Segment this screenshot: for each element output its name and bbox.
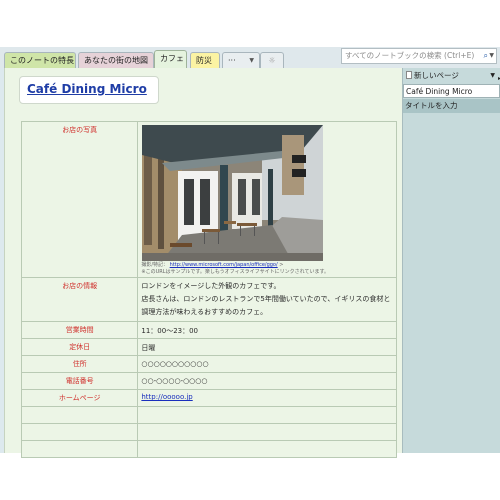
- info-line: ロンドンをイメージした外観のカフェです。: [141, 282, 281, 290]
- table-row: お店の写真 撮影/特記： http://www.microsoft.com/ja…: [20, 121, 397, 278]
- caption-note: ※このURLはサンプルです。楽しもうオフィスライフサイトにリンクされています。: [141, 269, 329, 275]
- row-label: お店の情報: [20, 277, 139, 322]
- section-tab-features[interactable]: このノートの特長: [4, 52, 76, 68]
- section-tab-more[interactable]: ··· ▼: [222, 52, 260, 68]
- new-section-tab[interactable]: ☼: [260, 52, 284, 68]
- page-list-item[interactable]: Café Dining Micro: [403, 84, 500, 98]
- caption-link[interactable]: http://www.microsoft.com/japan/office/gg…: [170, 262, 278, 268]
- empty-cell[interactable]: [20, 440, 139, 458]
- row-label: 住所: [20, 355, 139, 373]
- page-title[interactable]: Café Dining Micro: [27, 82, 147, 96]
- photo-caption: 撮影/特記： http://www.microsoft.com/japan/of…: [141, 262, 393, 268]
- info-line: 店長さんは、ロンドンのレストランで5年間働いていたので、イギリスの食材と調理方法…: [141, 295, 391, 316]
- empty-cell[interactable]: [137, 423, 397, 441]
- page-list-item[interactable]: タイトルを入力: [403, 99, 500, 113]
- caption-prefix: 撮影/特記：: [141, 262, 169, 268]
- search-icon[interactable]: ⌕: [484, 49, 488, 63]
- chevron-down-icon: ▼: [249, 57, 254, 64]
- homepage-link[interactable]: http://ooooo.jp: [141, 393, 192, 401]
- search-placeholder: すべてのノートブックの検索 (Ctrl+E): [345, 51, 475, 60]
- table-row: 定休日 日曜: [20, 338, 397, 356]
- more-tabs-label: ···: [228, 56, 236, 65]
- page-title-box[interactable]: Café Dining Micro: [19, 76, 159, 104]
- section-tab-bar: このノートの特長 あなたの街の地図 カフェ 防災 ··· ▼ ☼ すべてのノートブ…: [0, 47, 500, 68]
- page-list-pane: 新しいページ ▼ ▸ Café Dining Micro タイトルを入力: [402, 68, 500, 453]
- row-value[interactable]: ○○-○○○○-○○○○: [137, 372, 397, 390]
- row-value[interactable]: 撮影/特記： http://www.microsoft.com/japan/of…: [137, 121, 397, 278]
- chevron-down-icon[interactable]: ▼: [489, 49, 494, 63]
- section-tab-cafe[interactable]: カフェ: [154, 50, 187, 68]
- section-tab-town-map[interactable]: あなたの街の地図: [78, 52, 154, 68]
- row-label: お店の写真: [20, 121, 139, 278]
- new-page-label: 新しいページ: [414, 71, 459, 80]
- onenote-window: このノートの特長 あなたの街の地図 カフェ 防災 ··· ▼ ☼ すべてのノートブ…: [0, 47, 500, 458]
- row-value[interactable]: http://ooooo.jp: [137, 389, 397, 407]
- table-row: 電話番号 ○○-○○○○-○○○○: [20, 372, 397, 390]
- table-row: [20, 406, 397, 424]
- empty-cell[interactable]: [20, 423, 139, 441]
- table-row: [20, 423, 397, 441]
- table-row: ホームページ http://ooooo.jp: [20, 389, 397, 407]
- table-row: 営業時間 11：00～23：00: [20, 321, 397, 339]
- row-value[interactable]: 11：00～23：00: [137, 321, 397, 339]
- row-value[interactable]: 日曜: [137, 338, 397, 356]
- empty-cell[interactable]: [137, 406, 397, 424]
- caption-suffix: >: [279, 262, 284, 268]
- row-value[interactable]: ロンドンをイメージした外観のカフェです。 店長さんは、ロンドンのレストランで5年…: [137, 277, 397, 322]
- new-page-button[interactable]: 新しいページ ▼ ▸: [403, 68, 500, 83]
- row-value[interactable]: ○○○○○○○○○○○: [137, 355, 397, 373]
- page-canvas[interactable]: Café Dining Micro お店の写真 撮影/特記： http://ww…: [4, 68, 402, 458]
- row-label: 電話番号: [20, 372, 139, 390]
- row-label: 営業時間: [20, 321, 139, 339]
- cafe-info-table: お店の写真 撮影/特記： http://www.microsoft.com/ja…: [20, 121, 397, 458]
- row-label: 定休日: [20, 338, 139, 356]
- cafe-photo[interactable]: [142, 125, 324, 261]
- chevron-down-icon[interactable]: ▼: [490, 68, 495, 83]
- empty-cell[interactable]: [137, 440, 397, 458]
- table-row: [20, 440, 397, 458]
- search-input[interactable]: すべてのノートブックの検索 (Ctrl+E) ⌕ ▼: [341, 48, 497, 64]
- empty-cell[interactable]: [20, 406, 139, 424]
- row-label: ホームページ: [20, 389, 139, 407]
- new-page-icon: [406, 71, 412, 79]
- table-row: 住所 ○○○○○○○○○○○: [20, 355, 397, 373]
- section-tab-disaster[interactable]: 防災: [190, 52, 220, 68]
- table-row: お店の情報 ロンドンをイメージした外観のカフェです。 店長さんは、ロンドンのレス…: [20, 277, 397, 322]
